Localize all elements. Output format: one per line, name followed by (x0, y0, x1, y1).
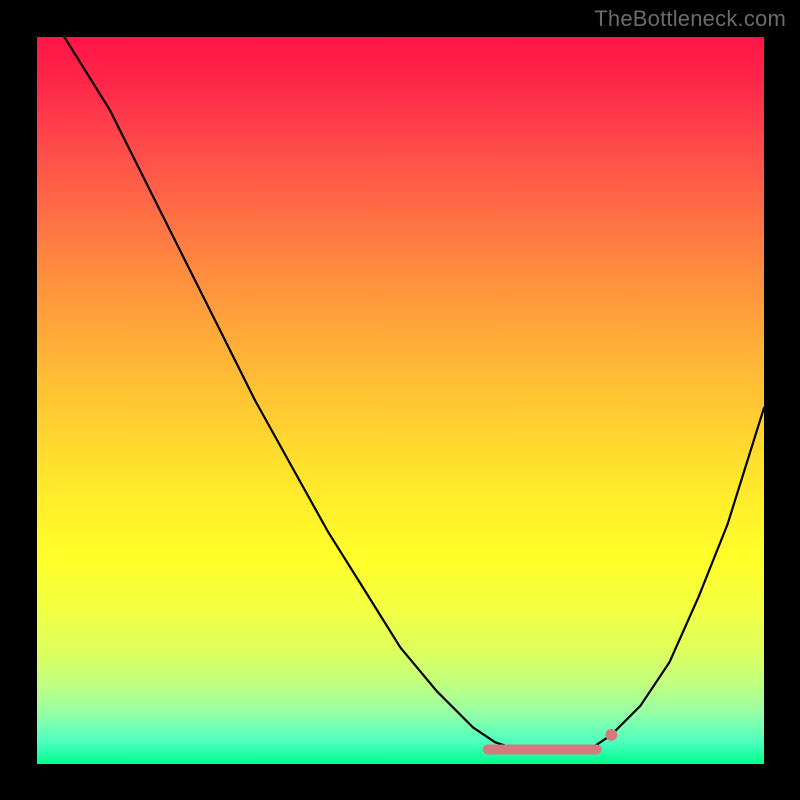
watermark-text: TheBottleneck.com (594, 6, 786, 32)
marker-dot (605, 729, 617, 741)
curve-line (37, 0, 764, 753)
chart-overlay (37, 37, 764, 764)
chart-frame: TheBottleneck.com (0, 0, 800, 800)
